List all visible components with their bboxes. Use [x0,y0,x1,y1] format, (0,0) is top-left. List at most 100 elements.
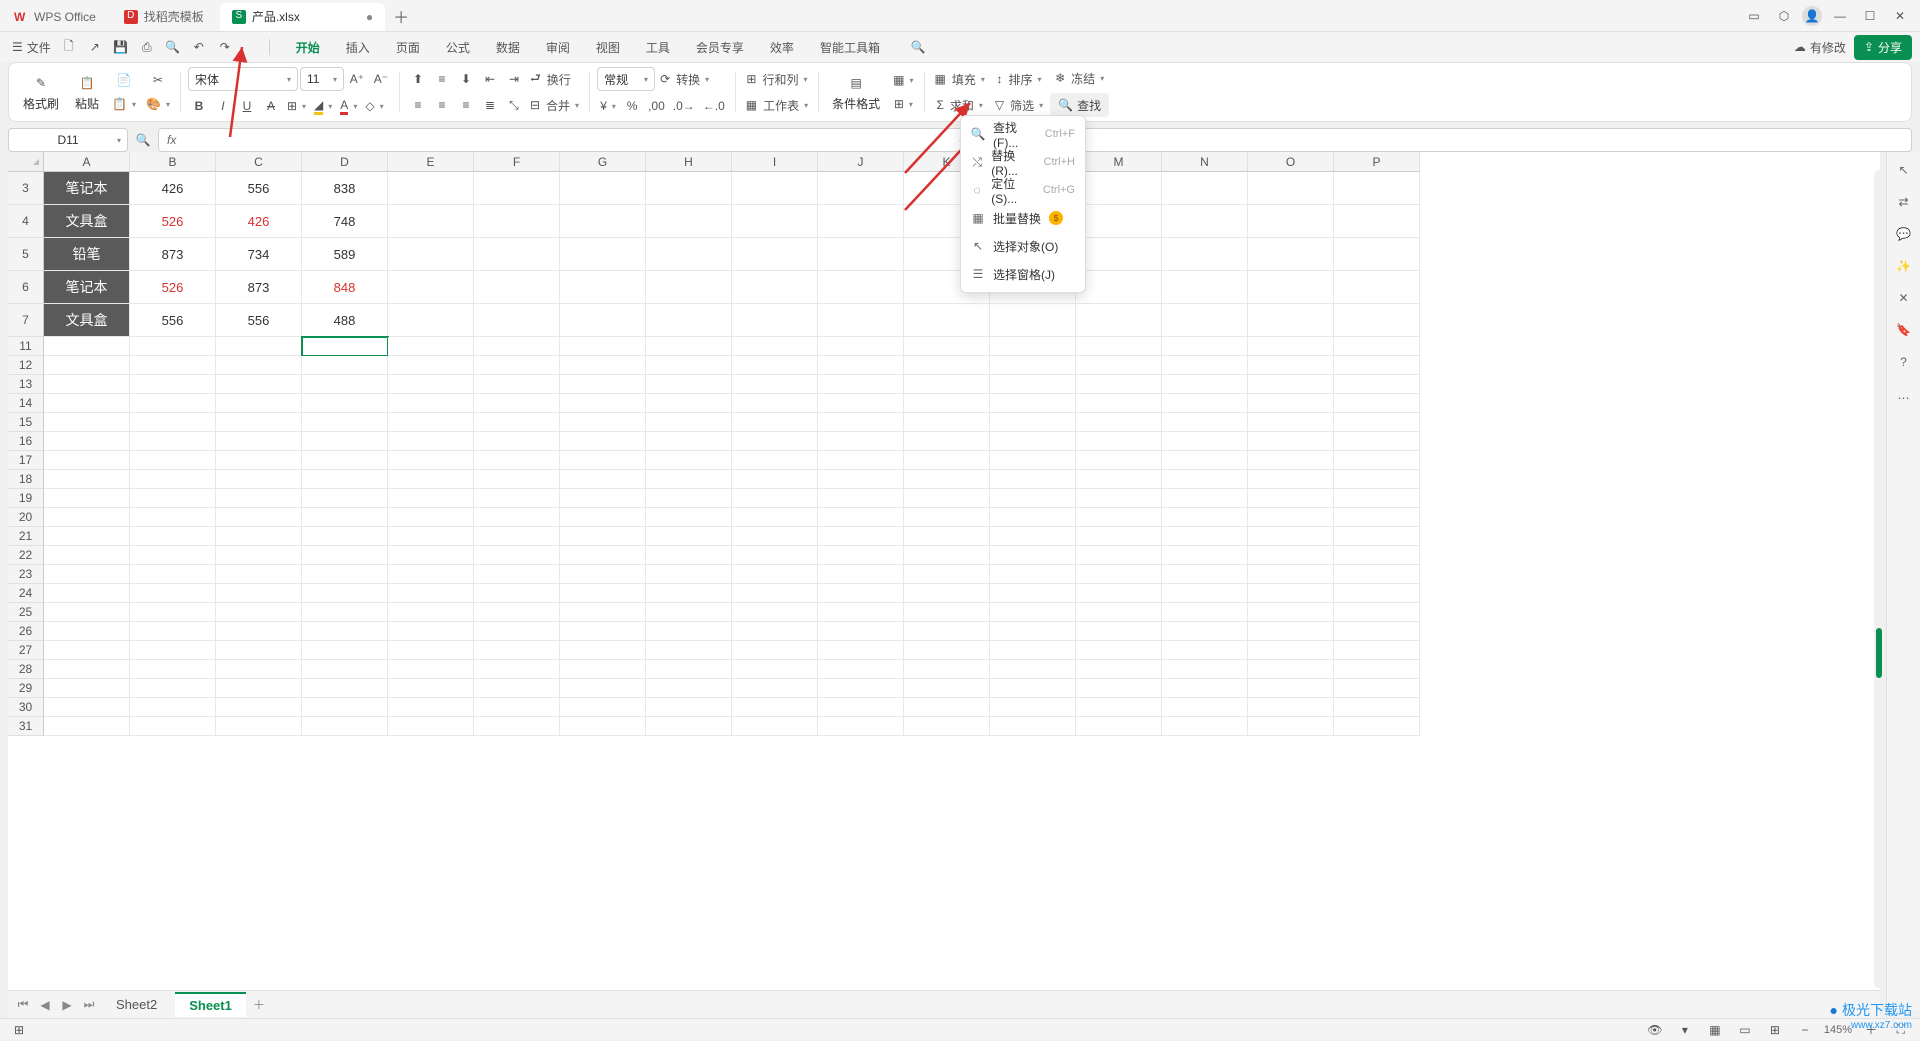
cell[interactable] [818,660,904,679]
cell[interactable] [44,565,130,584]
cell[interactable] [302,489,388,508]
cell[interactable] [1076,432,1162,451]
cell[interactable] [818,337,904,356]
cell[interactable] [44,660,130,679]
cell[interactable] [990,565,1076,584]
cell[interactable] [646,470,732,489]
cell[interactable] [990,337,1076,356]
cell[interactable] [1334,337,1420,356]
row-header[interactable]: 3 [8,172,44,205]
cell[interactable] [130,717,216,736]
cell[interactable] [130,603,216,622]
cell[interactable] [1334,451,1420,470]
cell[interactable] [1162,432,1248,451]
cell[interactable] [1248,451,1334,470]
sheet-nav-last[interactable]: ⏭ [80,996,98,1014]
cell[interactable] [732,527,818,546]
column-header[interactable]: G [560,152,646,172]
cell[interactable] [1248,375,1334,394]
cell[interactable]: 426 [130,172,216,205]
cell[interactable]: 556 [216,172,302,205]
cell[interactable] [818,584,904,603]
cell[interactable] [1334,394,1420,413]
cell[interactable] [818,394,904,413]
cell[interactable] [1334,717,1420,736]
cell[interactable] [904,394,990,413]
sheet-nav-prev[interactable]: ◀ [36,996,54,1014]
cell[interactable] [302,603,388,622]
freeze-button[interactable]: ❄冻结 [1050,67,1109,89]
cell[interactable] [904,508,990,527]
font-name-select[interactable]: 宋体▾ [188,67,298,91]
row-header[interactable]: 11 [8,337,44,356]
cell[interactable] [474,584,560,603]
cell-style-icon[interactable]: ⊞ [890,93,916,115]
cell[interactable] [818,679,904,698]
cell[interactable] [302,546,388,565]
cell[interactable] [388,238,474,271]
cell[interactable] [44,375,130,394]
file-menu[interactable]: ☰文件 [8,35,55,59]
cell[interactable] [1248,394,1334,413]
cell[interactable] [904,432,990,451]
align-left-icon[interactable]: ≡ [407,94,429,116]
cell[interactable] [216,622,302,641]
row-header[interactable]: 30 [8,698,44,717]
cell[interactable] [1334,432,1420,451]
cell[interactable] [990,679,1076,698]
cell[interactable] [560,508,646,527]
cell[interactable] [990,470,1076,489]
cell[interactable] [732,451,818,470]
cell[interactable] [130,413,216,432]
row-header[interactable]: 4 [8,205,44,238]
cell[interactable] [130,641,216,660]
cell[interactable] [474,717,560,736]
lock-icon[interactable]: ▾ [1674,1019,1696,1041]
cell[interactable] [990,508,1076,527]
cell[interactable] [1248,717,1334,736]
column-header[interactable]: H [646,152,732,172]
bookmark-icon[interactable]: 🔖 [1892,318,1916,342]
cell[interactable] [44,546,130,565]
close-button[interactable]: ✕ [1888,4,1912,28]
cell[interactable] [1248,622,1334,641]
cell[interactable] [646,565,732,584]
view-break-icon[interactable]: ⊞ [1764,1019,1786,1041]
cell[interactable] [646,527,732,546]
wrap-button[interactable]: ⮐换行 [527,68,574,90]
row-header[interactable]: 27 [8,641,44,660]
tab-home[interactable]: 开始 [284,35,332,60]
cell[interactable] [560,470,646,489]
border-button[interactable]: ⊞ [284,95,309,117]
cell[interactable] [388,508,474,527]
open-icon[interactable]: ↗ [83,35,107,59]
cell[interactable] [388,470,474,489]
cell[interactable] [1334,489,1420,508]
row-header[interactable]: 29 [8,679,44,698]
name-box[interactable]: D11 [8,128,128,152]
cell[interactable] [904,489,990,508]
cell[interactable] [1248,489,1334,508]
font-color-button[interactable]: A [337,95,360,117]
cell[interactable] [1076,622,1162,641]
cell[interactable] [1076,451,1162,470]
qat-more[interactable] [239,35,263,59]
cell[interactable] [1076,660,1162,679]
cell[interactable] [1334,698,1420,717]
cell[interactable] [474,603,560,622]
cell[interactable] [1248,584,1334,603]
cell[interactable] [474,527,560,546]
cell[interactable] [904,679,990,698]
cell[interactable] [646,717,732,736]
cell[interactable] [1248,470,1334,489]
cell[interactable] [1248,660,1334,679]
cell[interactable] [130,451,216,470]
cell[interactable] [302,451,388,470]
sheet-tab[interactable]: Sheet2 [102,993,171,1016]
cell[interactable] [44,698,130,717]
decrease-font-icon[interactable]: A⁻ [370,68,392,90]
cell[interactable] [216,717,302,736]
cell[interactable] [130,356,216,375]
cell[interactable]: 426 [216,205,302,238]
cell[interactable] [1334,641,1420,660]
